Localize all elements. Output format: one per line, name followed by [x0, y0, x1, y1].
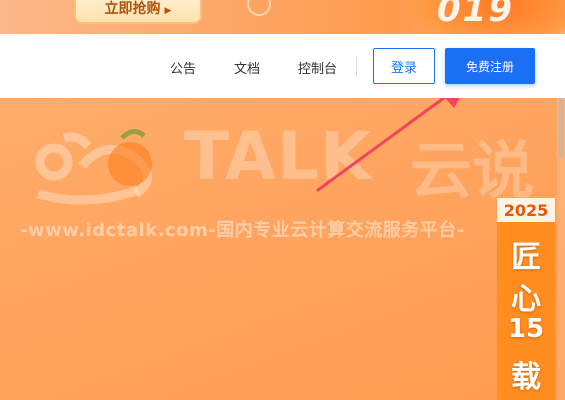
badge-char: 15 [507, 314, 545, 344]
nav-link-docs[interactable]: 文档 [234, 58, 260, 77]
badge-char: 载 [511, 360, 541, 395]
top-navbar: 公告 文档 控制台 登录 免费注册 [0, 34, 565, 98]
buy-now-button[interactable]: 立即抢购 ▶ [74, 0, 202, 24]
scrollbar-thumb[interactable] [558, 98, 564, 158]
login-button[interactable]: 登录 [373, 48, 435, 84]
nav-divider [356, 56, 357, 76]
anniversary-badge: 2025 匠 心 15 载 [497, 198, 555, 400]
badge-year: 2025 [497, 198, 555, 222]
register-button[interactable]: 免费注册 [445, 48, 535, 84]
nav-link-console[interactable]: 控制台 [298, 58, 337, 77]
scrollbar[interactable] [557, 98, 565, 400]
nav-link-announcements[interactable]: 公告 [170, 58, 196, 77]
promo-number: 019 [437, 0, 514, 30]
pointer-arrow-icon [316, 98, 460, 192]
buy-now-label: 立即抢购 [104, 1, 161, 17]
badge-char: 匠 [511, 240, 541, 275]
promo-banner: 019 立即抢购 ▶ [0, 0, 565, 34]
hero-banner: TALK 云说 -www.idctalk.com-国内专业云计算交流服务平台- … [0, 98, 565, 400]
circle-icon [247, 0, 271, 16]
play-icon: ▶ [164, 6, 172, 16]
badge-char: 心 [511, 282, 541, 317]
